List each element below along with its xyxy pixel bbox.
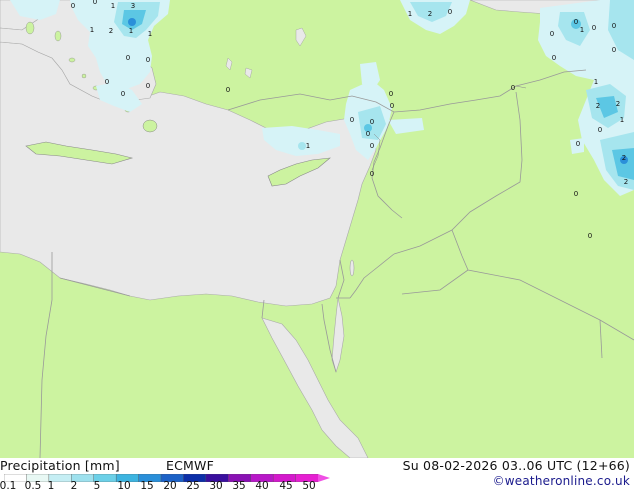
precip-amount-label: 2: [596, 102, 600, 110]
precip-amount-label: 2: [616, 100, 620, 108]
legend-tick: 50: [302, 480, 316, 492]
precip-amount-label: 0: [598, 126, 602, 134]
precip-amount-label: 1: [408, 10, 412, 18]
precip-amount-label: 1: [148, 30, 152, 38]
legend-tick: 1: [47, 480, 55, 492]
precip-amount-label: 0: [592, 24, 596, 32]
precip-amount-label: 0: [350, 116, 354, 124]
precip-amount-label: 1: [90, 26, 94, 34]
legend-tick: 40: [255, 480, 269, 492]
precip-amount-label: 3: [131, 2, 135, 10]
precip-amount-label: 0: [126, 54, 130, 62]
island: [81, 73, 87, 79]
precip-amount-label: 0: [612, 46, 616, 54]
legend-tick: 25: [186, 480, 200, 492]
precipitation-map: 1 31 2 1 1000 0000 01 2 0100 0001000 0000012 212020…: [0, 0, 634, 458]
precip-amount-label: 0: [390, 102, 394, 110]
precip-amount-label: 1: [594, 78, 598, 86]
dead-sea: [349, 259, 355, 277]
island: [25, 21, 35, 35]
precip-amount-label: 0: [448, 8, 452, 16]
precip-amount-label: 2: [109, 27, 113, 35]
valid-time: Su 08-02-2026 03..06 UTC (12+66): [402, 458, 630, 473]
legend-tick: 35: [232, 480, 246, 492]
precip-amount-label: 0: [366, 130, 370, 138]
precip-amount-label: 1: [129, 27, 133, 35]
precip-amount-label: 0: [370, 142, 374, 150]
precip-amount-label: 0: [105, 78, 109, 86]
rhodes-island: [142, 119, 158, 133]
precip-amount-label: 2: [622, 154, 626, 162]
precip-amount-label: 1: [306, 142, 310, 150]
precip-amount-label: 0: [511, 84, 515, 92]
precip-amount-label: 2: [428, 10, 432, 18]
credit-link[interactable]: ©weatheronline.co.uk: [493, 474, 630, 488]
precip-amount-label: 1: [111, 2, 115, 10]
precip-amount-label: 0: [146, 56, 150, 64]
legend-tick: 30: [209, 480, 223, 492]
precip-amount-label: 2: [624, 178, 628, 186]
precip-amount-label: 1: [620, 116, 624, 124]
precip-amount-label: 0: [370, 170, 374, 178]
legend-arrow: [318, 474, 330, 482]
precip-amount-label: 0: [574, 18, 578, 26]
legend-tick: 0.1: [0, 480, 17, 492]
product-label: Precipitation [mm]: [0, 458, 120, 473]
precip-amount-label: 0: [588, 232, 592, 240]
legend-tick: 15: [140, 480, 154, 492]
precip-amount-label: 0: [552, 54, 556, 62]
precip-amount-label: 0: [121, 90, 125, 98]
legend-tick: 2: [70, 480, 78, 492]
legend-tick: 20: [163, 480, 177, 492]
precip-amount-label: 0: [576, 140, 580, 148]
precip-amount-label: 0: [574, 190, 578, 198]
island: [68, 57, 76, 63]
legend-tick: 10: [117, 480, 131, 492]
precip-amount-label: 0: [93, 0, 97, 6]
precip-amount-label: 0: [389, 90, 393, 98]
footer: Precipitation [mm] ECMWF Su 08-02-2026 0…: [0, 458, 634, 492]
island: [54, 30, 62, 42]
precip-amount-label: 0: [146, 82, 150, 90]
legend-tick: 45: [279, 480, 293, 492]
legend-tick: 5: [93, 480, 101, 492]
precip-amount-label: 0: [612, 22, 616, 30]
precip-amount-label: 0: [71, 2, 75, 10]
precip-amount-label: 1: [580, 26, 584, 34]
legend-tick: 0.5: [24, 480, 42, 492]
precip-amount-label: 0: [550, 30, 554, 38]
precip-amount-label: 0: [226, 86, 230, 94]
precip-amount-label: 0: [370, 118, 374, 126]
model-label: ECMWF: [166, 458, 214, 473]
